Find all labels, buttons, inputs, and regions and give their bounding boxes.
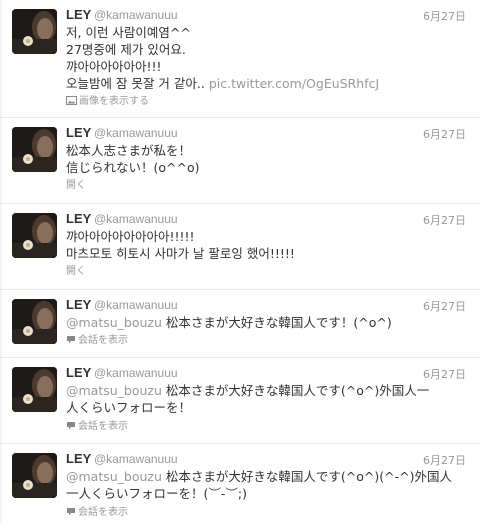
avatar-image: [12, 453, 57, 498]
view-conversation-button[interactable]: 会話を表示: [66, 507, 128, 520]
tweet-line-text: 松本さまが大好きな韓国人です(^o^)(^-^)外国人: [161, 469, 452, 484]
tweet[interactable]: LEY @kamawanuuu 6月27日 @matsu_bouzu 松本さまが…: [0, 290, 480, 358]
tweet-header: LEY @kamawanuuu 6月27日: [66, 210, 474, 228]
mention-link[interactable]: @matsu_bouzu: [66, 315, 162, 330]
view-conversation-button[interactable]: 会話を表示: [66, 335, 128, 348]
timestamp[interactable]: 6月27日: [423, 8, 466, 24]
tweet-text: 松本人志さまが私を！ 信じられない！(o^^o): [66, 142, 470, 176]
tweet[interactable]: LEY @kamawanuuu 6月27日 저, 이런 사람이예염^^ 27명중…: [0, 0, 480, 118]
tweet-text: @matsu_bouzu 松本さまが大好きな韓国人です(^o^)(^-^)外国人…: [66, 468, 470, 502]
tweet-line: 27명중에 제가 있어요.: [66, 42, 186, 57]
avatar[interactable]: [12, 9, 57, 54]
tweet-line: 松本人志さまが私を！: [66, 143, 192, 158]
expand-button[interactable]: 開く: [66, 266, 86, 278]
avatar-image: [12, 213, 57, 258]
user-name[interactable]: LEY: [66, 297, 91, 312]
expand-label: 開く: [66, 266, 86, 277]
tweet[interactable]: LEY @kamawanuuu 6月27日 @matsu_bouzu 松本さまが…: [0, 358, 480, 444]
conversation-icon: [66, 335, 76, 348]
media-link[interactable]: pic.twitter.com/OgEuSRhfcJ: [209, 76, 379, 91]
view-conversation-label: 会話を表示: [78, 507, 128, 518]
avatar[interactable]: [12, 127, 57, 172]
tweet-line: @matsu_bouzu 松本さまが大好きな韓国人です！(^o^): [66, 314, 470, 331]
user-name[interactable]: LEY: [66, 451, 91, 466]
tweet-line: 마츠모토 히토시 사마가 날 팔로잉 했어!!!!!: [66, 246, 295, 261]
tweet-text: @matsu_bouzu 松本さまが大好きな韓国人です(^o^)外国人一 人くら…: [66, 382, 470, 416]
user-handle[interactable]: @kamawanuuu: [94, 366, 178, 380]
user-name[interactable]: LEY: [66, 211, 91, 226]
user-name[interactable]: LEY: [66, 125, 91, 140]
tweet-line: 저, 이런 사람이예염^^: [66, 25, 191, 40]
user-handle[interactable]: @kamawanuuu: [94, 8, 178, 22]
tweet-text: 저, 이런 사람이예염^^ 27명중에 제가 있어요. 꺄아아아아아아!!! 오…: [66, 24, 470, 92]
avatar[interactable]: [12, 213, 57, 258]
expand-button[interactable]: 開く: [66, 180, 86, 192]
view-conversation-button[interactable]: 会話を表示: [66, 421, 128, 434]
tweet-line: @matsu_bouzu 松本さまが大好きな韓国人です(^o^)(^-^)外国人: [66, 468, 470, 485]
avatar-image: [12, 9, 57, 54]
view-conversation-label: 会話を表示: [78, 421, 128, 432]
mention-link[interactable]: @matsu_bouzu: [66, 383, 162, 398]
tweet-header: LEY @kamawanuuu 6月27日: [66, 450, 474, 468]
avatar[interactable]: [12, 299, 57, 344]
timestamp[interactable]: 6月27日: [423, 452, 466, 468]
avatar-image: [12, 299, 57, 344]
timeline: LEY @kamawanuuu 6月27日 저, 이런 사람이예염^^ 27명중…: [0, 0, 480, 523]
avatar-image: [12, 127, 57, 172]
user-handle[interactable]: @kamawanuuu: [94, 452, 178, 466]
user-name[interactable]: LEY: [66, 7, 91, 22]
image-icon: [66, 96, 77, 109]
tweet-line-text: 松本さまが大好きな韓国人です(^o^)外国人一: [161, 383, 430, 398]
user-handle[interactable]: @kamawanuuu: [94, 212, 178, 226]
tweet-line: 信じられない！(o^^o): [66, 160, 200, 175]
tweet-header: LEY @kamawanuuu 6月27日: [66, 364, 474, 382]
conversation-icon: [66, 507, 76, 520]
tweet-text: 꺄아아아아아아아아!!!!! 마츠모토 히토시 사마가 날 팔로잉 했어!!!!…: [66, 228, 470, 262]
tweet-text: @matsu_bouzu 松本さまが大好きな韓国人です！(^o^): [66, 314, 470, 331]
show-image-label: 画像を表示する: [79, 96, 149, 107]
tweet-header: LEY @kamawanuuu 6月27日: [66, 124, 474, 142]
tweet[interactable]: LEY @kamawanuuu 6月27日 @matsu_bouzu 松本さまが…: [0, 444, 480, 523]
timestamp[interactable]: 6月27日: [423, 298, 466, 314]
user-name[interactable]: LEY: [66, 365, 91, 380]
tweet-line: 꺄아아아아아아아아!!!!!: [66, 229, 195, 244]
avatar[interactable]: [12, 453, 57, 498]
user-handle[interactable]: @kamawanuuu: [94, 126, 178, 140]
tweet-line: 人くらいフォローを！: [66, 400, 192, 415]
timestamp[interactable]: 6月27日: [423, 126, 466, 142]
tweet-line: 一人くらいフォローを！(︶-︶;): [66, 486, 247, 501]
tweet-line: 오늘밤에 잠 못잘 거 같아.. pic.twitter.com/OgEuSRh…: [66, 75, 470, 92]
timestamp[interactable]: 6月27日: [423, 212, 466, 228]
avatar-image: [12, 367, 57, 412]
tweet-line-text: 오늘밤에 잠 못잘 거 같아..: [66, 76, 205, 91]
timestamp[interactable]: 6月27日: [423, 366, 466, 382]
tweet-header: LEY @kamawanuuu 6月27日: [66, 6, 474, 24]
expand-label: 開く: [66, 180, 86, 191]
view-conversation-label: 会話を表示: [78, 335, 128, 346]
tweet[interactable]: LEY @kamawanuuu 6月27日 꺄아아아아아아아아!!!!! 마츠모…: [0, 204, 480, 290]
conversation-icon: [66, 421, 76, 434]
user-handle[interactable]: @kamawanuuu: [94, 298, 178, 312]
tweet-line: @matsu_bouzu 松本さまが大好きな韓国人です(^o^)外国人一: [66, 382, 470, 399]
tweet[interactable]: LEY @kamawanuuu 6月27日 松本人志さまが私を！ 信じられない！…: [0, 118, 480, 204]
mention-link[interactable]: @matsu_bouzu: [66, 469, 162, 484]
tweet-header: LEY @kamawanuuu 6月27日: [66, 296, 474, 314]
show-image-button[interactable]: 画像を表示する: [66, 96, 149, 109]
tweet-line: 꺄아아아아아아!!!: [66, 59, 162, 74]
avatar[interactable]: [12, 367, 57, 412]
tweet-line-text: 松本さまが大好きな韓国人です！(^o^): [161, 315, 392, 330]
